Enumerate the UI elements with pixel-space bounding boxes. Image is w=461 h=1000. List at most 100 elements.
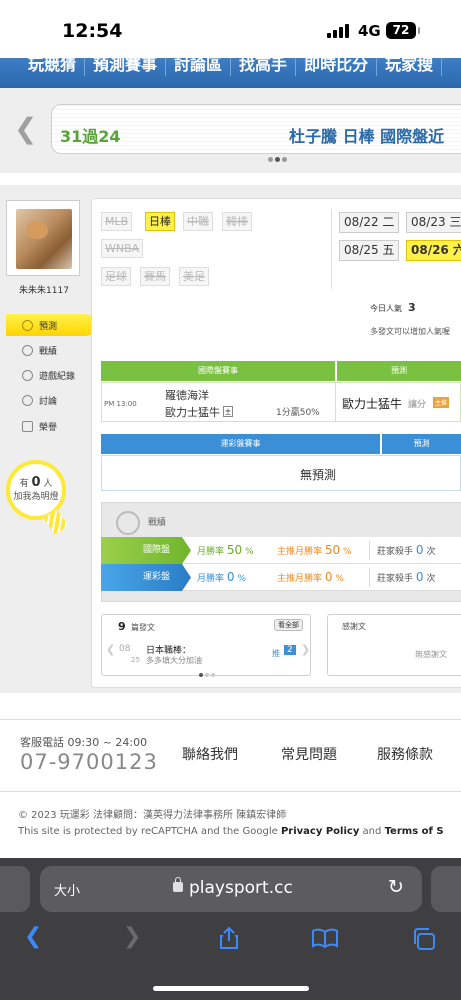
menu-item-honor[interactable]: 榮譽	[22, 417, 57, 435]
post-count: 9	[118, 620, 126, 633]
thanks-box: 感謝文 無感謝文	[327, 614, 461, 676]
sport-chip-nfl[interactable]: 美足	[179, 267, 209, 286]
nav-item-player-search[interactable]: 玩家搜	[377, 58, 443, 76]
reload-icon[interactable]: ↻	[388, 876, 404, 898]
handicap: 1分贏50%	[276, 408, 320, 418]
fans-count: 0	[31, 475, 41, 490]
stats-row-lottery: 運彩盤 月勝率 0 % 主推月勝率 0 % 莊家殺手 0 次	[101, 564, 461, 591]
nav-item-predict[interactable]: 預測賽事	[85, 58, 167, 76]
service-phone[interactable]: 07-9700123	[20, 750, 158, 774]
no-prediction-text: 無預測	[300, 468, 337, 482]
clock-icon	[22, 369, 33, 381]
push-label: 推	[272, 649, 280, 658]
view-all-button[interactable]: 看全部	[274, 619, 303, 631]
sport-chip-kbo[interactable]: 韓棒	[222, 212, 252, 231]
back-icon[interactable]: ❮	[24, 924, 42, 949]
post-count-label: 篇發文	[131, 623, 155, 632]
faq-link[interactable]: 常見問題	[281, 744, 337, 764]
sport-chip-wnba[interactable]: WNBA	[101, 239, 144, 258]
text-size-button[interactable]: 大小	[54, 880, 80, 899]
avatar-frame	[6, 200, 80, 276]
status-time: 12:54	[62, 20, 123, 42]
sport-chip-horse[interactable]: 賽馬	[140, 267, 170, 286]
divider	[0, 791, 461, 792]
nav-item-experts[interactable]: 找高手	[231, 58, 297, 76]
prev-tab-preview[interactable]	[0, 866, 30, 912]
copyright: © 2023 玩運彩 法律顧問：漢英得力法律事務所 陳鎮宏律師	[18, 810, 287, 821]
menu-item-record[interactable]: 戰績	[22, 341, 57, 359]
menu-label: 遊戲紀錄	[39, 371, 76, 382]
chevron-right-icon[interactable]: ❯	[301, 643, 310, 656]
sport-chip-soccer[interactable]: 足球	[101, 267, 131, 286]
popularity-value: 3	[408, 301, 416, 314]
marquee-right-text: 杜子騰 日棒 國際盤近	[289, 127, 445, 146]
privacy-link[interactable]: Privacy Policy	[281, 826, 359, 837]
intl-killer: 莊家殺手 0 次	[377, 543, 436, 557]
date-tab-0826[interactable]: 08/26 六	[406, 240, 461, 261]
forward-icon[interactable]: ❯	[123, 924, 141, 949]
username: 朱朱朱1117	[19, 286, 69, 296]
menu-item-predict[interactable]: 預測	[22, 316, 57, 334]
intl-main-winrate: 主推月勝率 50 %	[277, 543, 352, 557]
lock-icon	[173, 877, 183, 892]
game-time: PM 13:00	[104, 400, 137, 408]
stats-row-intl: 國際盤 月勝率 50 % 主推月勝率 50 % 莊家殺手 0 次	[101, 537, 461, 564]
menu-label: 榮譽	[39, 422, 58, 433]
marquee-box[interactable]: 31過24 杜子騰 日棒 國際盤近	[51, 104, 461, 154]
main-pick-badge: 主推	[433, 397, 450, 408]
lottery-header-game: 運彩盤賽事	[101, 434, 380, 454]
marquee-left-text: 31過24	[60, 127, 121, 146]
sport-chip-npb[interactable]: 日棒	[145, 212, 175, 231]
lottery-winrate: 月勝率 0 %	[197, 570, 246, 584]
team-away: 羅德海洋	[165, 389, 209, 402]
signal-icon	[327, 24, 349, 38]
push-count: 2	[284, 645, 296, 655]
sport-chip-cpbl[interactable]: 中職	[183, 212, 213, 231]
share-icon[interactable]	[218, 926, 240, 956]
date-tab-0825[interactable]: 08/25 五	[339, 240, 400, 261]
date-tab-0823[interactable]: 08/23 三	[406, 212, 461, 233]
chevron-left-icon[interactable]: ❮	[14, 112, 37, 145]
nav-item-guess[interactable]: 玩競猜	[0, 58, 86, 76]
chat-icon	[22, 394, 33, 406]
intl-game-row[interactable]: PM 13:00 羅德海洋 歐力士猛牛 主 1分贏50% 歐力士猛牛 讓分 主推	[101, 382, 461, 422]
thanks-title: 感謝文	[342, 622, 366, 631]
home-indicator	[153, 986, 309, 991]
service-hours: 客服電話 09:30 ~ 24:00	[20, 736, 148, 749]
status-bar: 12:54 4G 72	[0, 0, 461, 58]
sport-chip-mlb[interactable]: MLB	[101, 212, 133, 231]
divider	[0, 719, 461, 720]
lottery-empty-row: 無預測	[101, 455, 461, 491]
next-tab-preview[interactable]	[431, 866, 461, 912]
divider	[331, 209, 332, 289]
stats-title: 戰績	[148, 518, 167, 528]
lottery-main-winrate: 主推月勝率 0 %	[277, 570, 344, 584]
team-home: 歐力士猛牛	[165, 406, 220, 419]
intl-header-game: 國際盤賽事	[101, 361, 335, 381]
battery-icon: 72	[386, 22, 420, 39]
menu-item-game-history[interactable]: 遊戲紀錄	[22, 366, 75, 384]
terms-link[interactable]: 服務條款	[377, 744, 433, 764]
date-tab-0822[interactable]: 08/22 二	[339, 212, 400, 233]
no-thanks-text: 無感謝文	[415, 650, 447, 659]
pick-team: 歐力士猛牛	[342, 397, 403, 411]
nav-item-live-score[interactable]: 即時比分	[296, 58, 378, 76]
menu-item-discussion[interactable]: 討論	[22, 391, 57, 409]
post-month: 08	[119, 644, 131, 654]
bookmarks-icon[interactable]	[312, 928, 338, 954]
pick-type: 讓分	[408, 400, 427, 410]
home-tag: 主	[223, 406, 234, 417]
url-text[interactable]: playsport.cc	[189, 878, 293, 898]
tos-link[interactable]: Terms of S	[385, 826, 444, 837]
chevron-left-icon[interactable]: ❮	[106, 643, 115, 656]
tabs-icon[interactable]	[412, 928, 436, 956]
menu-label: 預測	[39, 321, 58, 332]
menu-label: 戰績	[39, 346, 58, 357]
avatar[interactable]	[16, 209, 72, 269]
lottery-killer: 莊家殺手 0 次	[377, 570, 436, 584]
contact-link[interactable]: 聯絡我們	[182, 744, 238, 764]
posts-dots	[199, 673, 215, 677]
network-type: 4G	[358, 22, 381, 40]
nav-item-forum[interactable]: 討論區	[166, 58, 232, 76]
post-snippet[interactable]: 多多填大分加油	[146, 655, 202, 666]
